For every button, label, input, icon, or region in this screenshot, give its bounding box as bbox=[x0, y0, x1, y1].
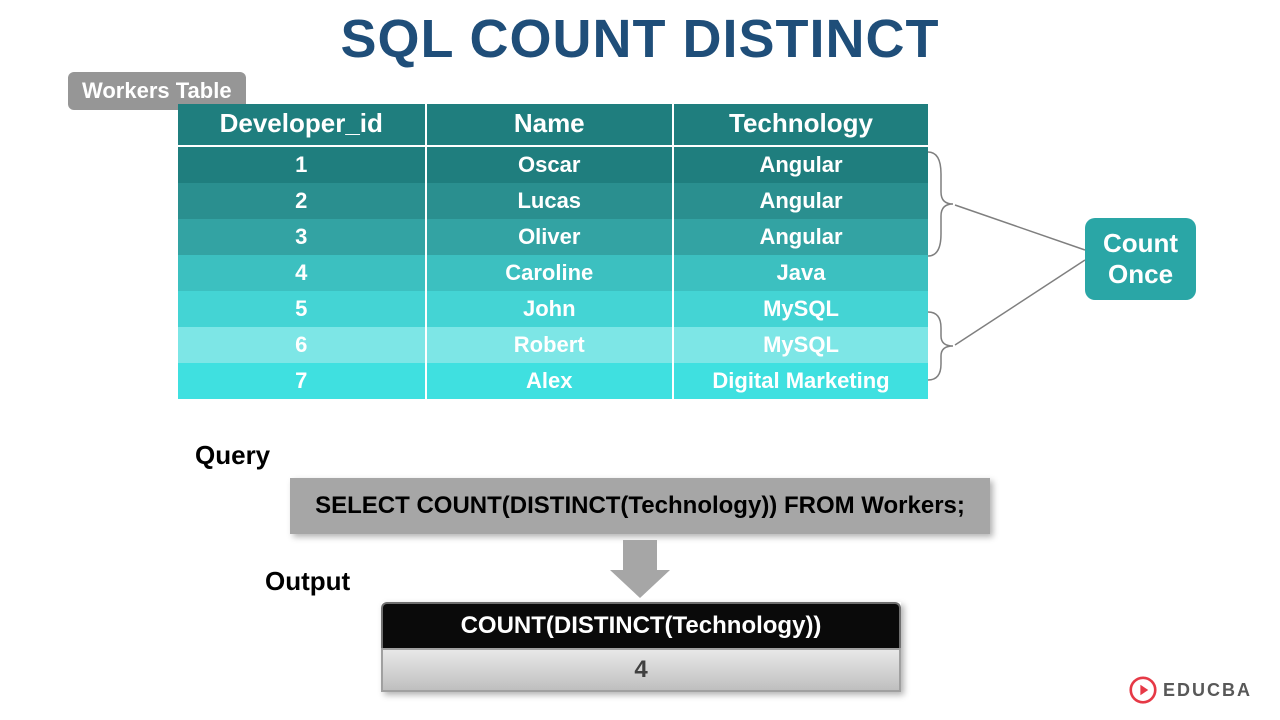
cell-tech: MySQL bbox=[673, 291, 928, 327]
table-row: 4 Caroline Java bbox=[178, 255, 928, 291]
cell-tech: Digital Marketing bbox=[673, 363, 928, 399]
col-header-developer-id: Developer_id bbox=[178, 104, 426, 145]
cell-id: 2 bbox=[178, 183, 426, 219]
cell-id: 4 bbox=[178, 255, 426, 291]
cell-name: Oliver bbox=[426, 219, 674, 255]
table-row: 7 Alex Digital Marketing bbox=[178, 363, 928, 399]
output-box: COUNT(DISTINCT(Technology)) 4 bbox=[381, 602, 901, 692]
cell-id: 6 bbox=[178, 327, 426, 363]
cell-tech: Angular bbox=[673, 219, 928, 255]
cell-id: 3 bbox=[178, 219, 426, 255]
table-row: 3 Oliver Angular bbox=[178, 219, 928, 255]
col-header-name: Name bbox=[426, 104, 674, 145]
output-label: Output bbox=[265, 566, 350, 597]
connector-line-icon bbox=[950, 140, 1100, 370]
table-row: 5 John MySQL bbox=[178, 291, 928, 327]
cell-tech: Java bbox=[673, 255, 928, 291]
cell-name: Lucas bbox=[426, 183, 674, 219]
callout-line: Count bbox=[1103, 228, 1178, 259]
workers-table: Developer_id Name Technology 1 Oscar Ang… bbox=[178, 104, 928, 399]
cell-id: 5 bbox=[178, 291, 426, 327]
count-once-callout: Count Once bbox=[1085, 218, 1196, 300]
cell-id: 7 bbox=[178, 363, 426, 399]
brand-text: EDUCBA bbox=[1163, 680, 1252, 701]
cell-name: John bbox=[426, 291, 674, 327]
callout-line: Once bbox=[1103, 259, 1178, 290]
table-row: 1 Oscar Angular bbox=[178, 147, 928, 183]
brand-logo: EDUCBA bbox=[1129, 676, 1252, 704]
arrow-down-icon bbox=[610, 540, 670, 600]
output-value: 4 bbox=[381, 648, 901, 692]
cell-id: 1 bbox=[178, 147, 426, 183]
cell-name: Caroline bbox=[426, 255, 674, 291]
output-header: COUNT(DISTINCT(Technology)) bbox=[381, 602, 901, 648]
play-icon bbox=[1129, 676, 1157, 704]
table-row: 2 Lucas Angular bbox=[178, 183, 928, 219]
cell-name: Robert bbox=[426, 327, 674, 363]
cell-tech: Angular bbox=[673, 147, 928, 183]
page-title: SQL COUNT DISTINCT bbox=[0, 0, 1280, 70]
cell-tech: Angular bbox=[673, 183, 928, 219]
table-row: 6 Robert MySQL bbox=[178, 327, 928, 363]
cell-name: Oscar bbox=[426, 147, 674, 183]
col-header-technology: Technology bbox=[673, 104, 928, 145]
query-label: Query bbox=[195, 440, 270, 471]
query-box: SELECT COUNT(DISTINCT(Technology)) FROM … bbox=[290, 478, 990, 534]
cell-tech: MySQL bbox=[673, 327, 928, 363]
cell-name: Alex bbox=[426, 363, 674, 399]
